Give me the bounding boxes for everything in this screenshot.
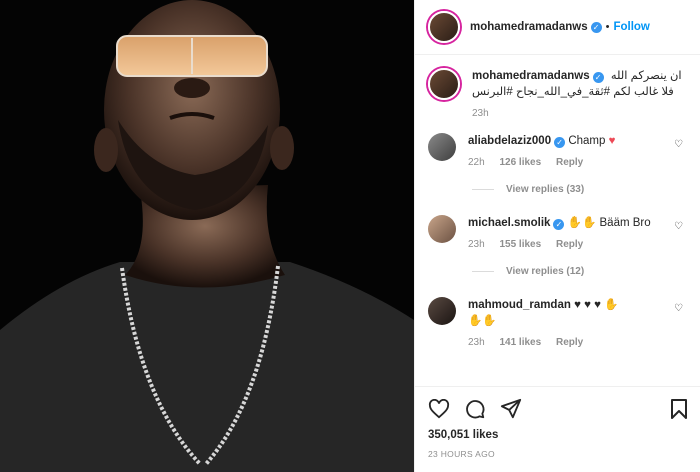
- comment-text: ✋✋ Bääm Bro: [567, 217, 651, 229]
- comment-likes[interactable]: 126 likes: [499, 157, 541, 168]
- commenter-username[interactable]: aliabdelaziz000: [468, 135, 551, 147]
- verified-badge-icon: ✓: [554, 137, 566, 148]
- caption-text-line1: ان ينصركم الله: [610, 70, 682, 82]
- post-photo[interactable]: [0, 0, 414, 472]
- reply-button[interactable]: Reply: [556, 239, 583, 250]
- caption-username[interactable]: mohamedramadanws: [472, 70, 590, 82]
- reply-button[interactable]: Reply: [556, 337, 583, 348]
- comment-icon[interactable]: [464, 398, 486, 420]
- comment-item: michael.smolik ✓ ✋✋ Bääm Bro 23h 155 like…: [428, 215, 688, 250]
- comment-text: ♥ ♥ ♥ ✋: [574, 299, 619, 311]
- follow-button[interactable]: Follow: [613, 21, 649, 33]
- verified-badge-icon: ✓: [592, 72, 604, 83]
- commenter-avatar[interactable]: [428, 297, 456, 325]
- commenter-avatar[interactable]: [428, 215, 456, 243]
- like-comment-heart-icon[interactable]: ♡: [674, 139, 684, 150]
- commenter-username[interactable]: mahmoud_ramdan: [468, 299, 571, 311]
- caption: mohamedramadanws ✓ ان ينصركم الله فلا غال…: [428, 68, 688, 119]
- bookmark-icon[interactable]: [670, 398, 688, 420]
- author-avatar[interactable]: [428, 11, 460, 43]
- red-heart-icon: ♥: [608, 135, 616, 147]
- comments-list[interactable]: mohamedramadanws ✓ ان ينصركم الله فلا غال…: [415, 56, 700, 386]
- portrait-illustration: [0, 0, 414, 472]
- commenter-avatar[interactable]: [428, 133, 456, 161]
- caption-time[interactable]: 23h: [472, 108, 489, 119]
- view-replies-button[interactable]: View replies (33): [472, 184, 688, 195]
- comment-time[interactable]: 23h: [468, 337, 485, 348]
- instagram-post: mohamedramadanws ✓ • Follow mohamedramad…: [0, 0, 700, 472]
- post-time-ago[interactable]: 23 HOURS AGO: [428, 449, 688, 459]
- verified-badge-icon: ✓: [553, 219, 565, 230]
- comment-text: Champ: [568, 135, 606, 147]
- view-replies-button[interactable]: View replies (12): [472, 266, 688, 277]
- comment-likes[interactable]: 155 likes: [499, 239, 541, 250]
- post-header: mohamedramadanws ✓ • Follow: [415, 0, 700, 55]
- comment-time[interactable]: 22h: [468, 157, 485, 168]
- comment-time[interactable]: 23h: [468, 239, 485, 250]
- heart-icon[interactable]: [428, 399, 450, 419]
- reply-button[interactable]: Reply: [556, 157, 583, 168]
- comment-text-line2: ✋✋: [468, 315, 497, 327]
- post-actions: 350,051 likes 23 HOURS AGO: [415, 386, 700, 459]
- likes-count[interactable]: 350,051 likes: [428, 429, 688, 441]
- caption-text-line2: فلا غالب لكم #ثقة_في_الله_نجاح #البرنس: [472, 86, 674, 98]
- separator-dot: •: [605, 21, 610, 33]
- comment-item: mahmoud_ramdan ♥ ♥ ♥ ✋ ✋✋ 23h 141 likes …: [428, 297, 688, 348]
- author-username[interactable]: mohamedramadanws: [470, 21, 588, 33]
- post-sidebar: mohamedramadanws ✓ • Follow mohamedramad…: [414, 0, 700, 472]
- comment-likes[interactable]: 141 likes: [499, 337, 541, 348]
- verified-badge-icon: ✓: [590, 21, 602, 33]
- caption-avatar[interactable]: [428, 68, 460, 100]
- commenter-username[interactable]: michael.smolik: [468, 217, 550, 229]
- share-icon[interactable]: [500, 398, 522, 420]
- like-comment-heart-icon[interactable]: ♡: [674, 303, 684, 314]
- comment-item: aliabdelaziz000 ✓ Champ ♥ 22h 126 likes R…: [428, 133, 688, 168]
- like-comment-heart-icon[interactable]: ♡: [674, 221, 684, 232]
